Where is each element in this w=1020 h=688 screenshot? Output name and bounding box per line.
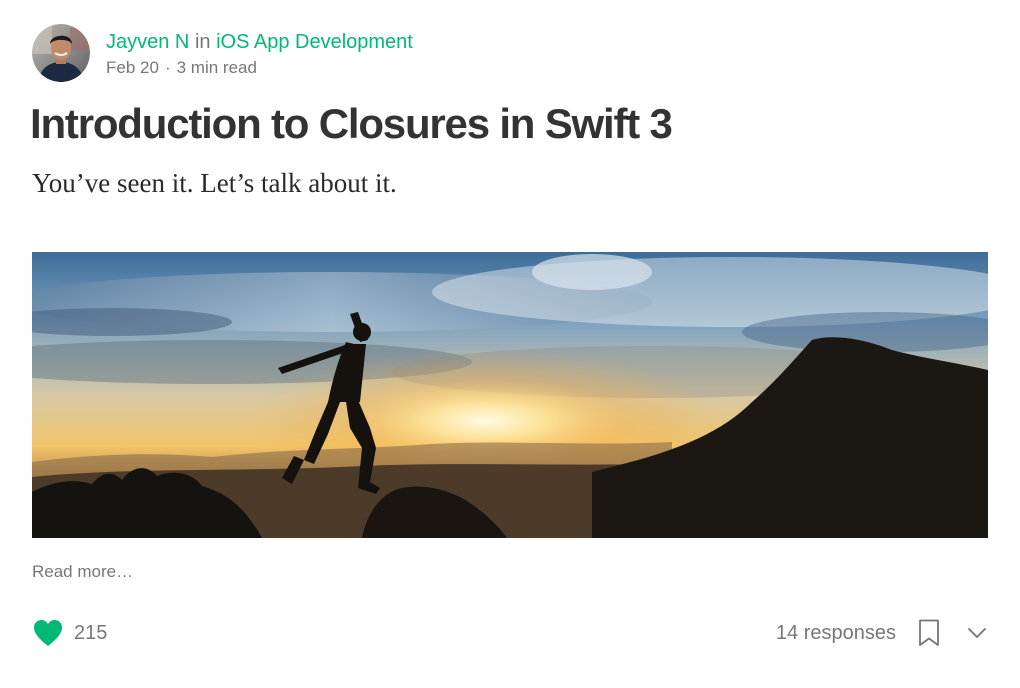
post-actions-right: 14 responses xyxy=(776,616,988,650)
post-subtitle: You’ve seen it. Let’s talk about it. xyxy=(32,168,397,198)
post-title[interactable]: Introduction to Closures in Swift 3 xyxy=(30,96,673,152)
post-meta: Jayven N in iOS App Development Feb 20 · 3… xyxy=(106,24,413,79)
bookmark-button[interactable] xyxy=(916,617,942,649)
post-actions-left: 215 xyxy=(32,616,107,650)
post-header: Jayven N in iOS App Development Feb 20 · 3… xyxy=(32,24,413,84)
byline: Jayven N in iOS App Development xyxy=(106,30,413,54)
post-date-link[interactable]: Feb 20 xyxy=(106,58,159,77)
read-time: 3 min read xyxy=(176,58,257,77)
bookmark-icon xyxy=(919,619,939,646)
author-link[interactable]: Jayven N xyxy=(106,31,189,53)
responses-link[interactable]: 14 responses xyxy=(776,622,896,645)
post-card: Jayven N in iOS App Development Feb 20 · 3… xyxy=(0,0,1020,688)
post-info: Feb 20 · 3 min read xyxy=(106,57,413,79)
chevron-down-icon xyxy=(968,628,986,638)
author-avatar[interactable] xyxy=(32,24,90,82)
publication-link[interactable]: iOS App Development xyxy=(216,31,413,53)
hero-image[interactable] xyxy=(32,252,988,538)
more-options-button[interactable] xyxy=(966,617,988,649)
heart-icon xyxy=(34,620,62,646)
meta-separator: · xyxy=(164,58,171,77)
read-more-link[interactable]: Read more… xyxy=(32,560,133,584)
recommend-count[interactable]: 215 xyxy=(74,622,107,645)
byline-in-text: in xyxy=(194,31,211,53)
recommend-button[interactable] xyxy=(32,617,64,649)
